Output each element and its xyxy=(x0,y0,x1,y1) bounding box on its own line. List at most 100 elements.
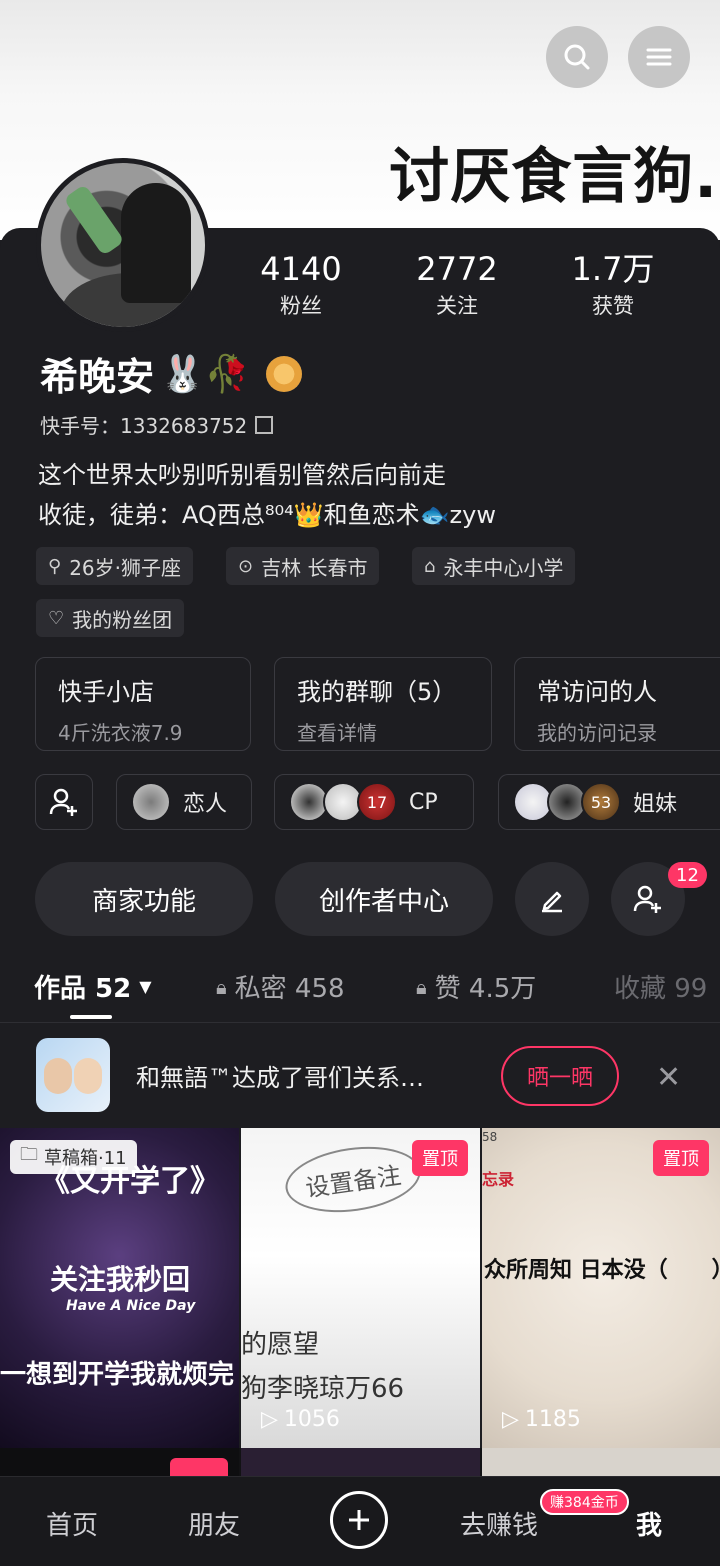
tab-label: 作品 52 xyxy=(34,974,132,1004)
video-text: 忘录 xyxy=(482,1170,515,1189)
video-text: 设置备注 xyxy=(281,1138,425,1221)
tab-favorites[interactable]: 收藏 99 xyxy=(614,968,707,1005)
profile-name-row: 希晚安 🐰🥀 xyxy=(40,346,302,401)
video-grid: 《又开学了》 关注我秒回 Have A Nice Day 一想到开学我就烦完 🗀… xyxy=(0,1128,720,1478)
create-button[interactable] xyxy=(330,1491,388,1549)
profile-bio: 这个世界太吵别听别看别管然后向前走 收徒，徒弟：AQ西总⁸⁰⁴👑和鱼恋术🐟zyw xyxy=(38,455,496,535)
box-title: 快手小店 xyxy=(58,678,154,706)
location-pin-icon: ⊙ xyxy=(238,555,254,577)
relation-lover[interactable]: 恋人 xyxy=(116,774,252,830)
stat-value: 2772 xyxy=(416,250,498,288)
video-text: Have A Nice Day xyxy=(66,1298,196,1314)
video-card[interactable]: 设置备注 的愿望 狗李晓琼万66 置顶 ▷ 1056 xyxy=(241,1128,480,1448)
stat-label: 粉丝 xyxy=(280,294,322,318)
stat-value: 4140 xyxy=(260,250,342,288)
relation-sisters[interactable]: 53 姐妹 xyxy=(498,774,720,830)
nav-me[interactable]: 我 xyxy=(636,1505,662,1542)
nav-earn[interactable]: 去赚钱 xyxy=(460,1505,538,1542)
box-subtitle: 4斤洗衣液7.9 xyxy=(58,721,183,745)
kuaishou-id[interactable]: 快手号：1332683752 xyxy=(40,410,274,439)
play-count-value: 1056 xyxy=(283,1407,340,1432)
add-user-icon xyxy=(49,788,77,816)
kuaishou-id-text: 快手号：1332683752 xyxy=(40,414,248,438)
tag-school[interactable]: ⌂ 永丰中心小学 xyxy=(412,547,576,585)
tab-label: 私密 458 xyxy=(234,974,345,1004)
name-emojis: 🐰🥀 xyxy=(160,353,250,395)
video-grid-row-2 xyxy=(0,1448,720,1478)
tag-label: 吉林 长春市 xyxy=(261,555,368,580)
edit-profile-button[interactable] xyxy=(515,862,589,936)
stat-likes[interactable]: 1.7万 获赞 xyxy=(558,250,668,320)
tab-works[interactable]: 作品 52 ▼ xyxy=(34,968,152,1005)
play-count: ▷ 1056 xyxy=(261,1407,340,1432)
avatar[interactable] xyxy=(36,158,210,332)
folder-icon: 🗀 xyxy=(20,1144,38,1165)
content-tabs: 作品 52 ▼ 🔒︎ 私密 458 🔒︎ 赞 4.5万 收藏 99 xyxy=(0,960,720,1020)
box-title: 常访问的人 xyxy=(537,678,657,706)
heart-icon: ♡ xyxy=(48,607,65,629)
age-icon: ⚲ xyxy=(48,555,62,577)
creator-center-button[interactable]: 创作者中心 xyxy=(275,862,493,936)
relation-label: CP xyxy=(409,789,438,815)
draft-box-badge[interactable]: 🗀 草稿箱·11 xyxy=(10,1140,137,1174)
stat-label: 关注 xyxy=(436,294,478,318)
tab-private[interactable]: 🔒︎ 私密 458 xyxy=(216,968,345,1005)
tag-location[interactable]: ⊙ 吉林 长春市 xyxy=(226,547,380,585)
lock-icon: 🔒︎ xyxy=(216,974,227,999)
video-card[interactable]: 《又开学了》 关注我秒回 Have A Nice Day 一想到开学我就烦完 🗀… xyxy=(0,1128,239,1448)
relation-label: 恋人 xyxy=(183,792,228,817)
video-text: 一想到开学我就烦完 xyxy=(0,1360,235,1390)
menu-icon xyxy=(646,48,672,66)
box-title: 我的群聊（5） xyxy=(297,678,457,706)
tab-liked[interactable]: 🔒︎ 赞 4.5万 xyxy=(416,968,536,1005)
relation-cp[interactable]: 17 CP xyxy=(274,774,474,830)
play-count-value: 1185 xyxy=(524,1407,581,1432)
pinned-badge xyxy=(170,1458,228,1478)
stat-label: 获赞 xyxy=(592,294,634,318)
group-chat-box[interactable]: 我的群聊（5） 查看详情 xyxy=(274,657,492,751)
shop-box[interactable]: 快手小店 4斤洗衣液7.9 xyxy=(35,657,251,751)
nav-home[interactable]: 首页 xyxy=(46,1505,98,1542)
tag-label: 26岁·狮子座 xyxy=(69,555,181,580)
stat-value: 1.7万 xyxy=(571,250,655,288)
visitors-box[interactable]: 常访问的人 我的访问记录 xyxy=(514,657,720,751)
tag-label: 我的粉丝团 xyxy=(72,607,173,632)
video-text: 58 xyxy=(482,1130,498,1144)
tab-label: 收藏 99 xyxy=(614,974,708,1004)
notice-text: 和無語™达成了哥们关系… xyxy=(136,1064,424,1092)
pinned-badge: 置顶 xyxy=(412,1140,468,1176)
bio-line: 收徒，徒弟：AQ西总⁸⁰⁴👑和鱼恋术🐟zyw xyxy=(38,501,496,529)
add-user-icon xyxy=(633,885,661,913)
menu-button[interactable] xyxy=(628,26,690,88)
nav-friends[interactable]: 朋友 xyxy=(188,1505,240,1542)
friendship-notice: 和無語™达成了哥们关系… 晒一晒 ✕ xyxy=(0,1030,720,1122)
video-text: 狗李晓琼万66 xyxy=(241,1374,405,1404)
merchant-button[interactable]: 商家功能 xyxy=(35,862,253,936)
coin-badge: 赚384金币 xyxy=(540,1489,629,1515)
stat-fans[interactable]: 4140 粉丝 xyxy=(246,250,356,320)
tab-label: 赞 4.5万 xyxy=(434,974,537,1004)
edit-pencil-icon xyxy=(542,891,562,913)
notification-badge: 12 xyxy=(668,862,707,888)
video-text: 的愿望 xyxy=(241,1330,320,1360)
tag-fan-group[interactable]: ♡ 我的粉丝团 xyxy=(36,599,185,637)
video-card[interactable] xyxy=(482,1448,720,1478)
bio-line: 这个世界太吵别听别看别管然后向前走 xyxy=(38,461,446,489)
qr-code-icon[interactable] xyxy=(255,415,274,434)
caret-down-icon: ▼ xyxy=(139,977,152,996)
search-icon xyxy=(564,44,590,70)
tag-label: 永丰中心小学 xyxy=(443,555,564,580)
play-icon: ▷ xyxy=(502,1407,519,1432)
level-medal-icon[interactable] xyxy=(265,355,302,392)
video-card[interactable]: 58 忘录 众所周知 日本没（ ） 置顶 ▷ 1185 xyxy=(482,1128,720,1448)
search-button[interactable] xyxy=(546,26,608,88)
notice-thumbnail xyxy=(36,1038,110,1112)
video-card[interactable] xyxy=(241,1448,480,1478)
share-button[interactable]: 晒一晒 xyxy=(501,1046,619,1106)
close-icon[interactable]: ✕ xyxy=(656,1060,681,1095)
play-count: ▷ 1185 xyxy=(502,1407,581,1432)
tag-age[interactable]: ⚲ 26岁·狮子座 xyxy=(36,547,193,585)
add-relation-button[interactable] xyxy=(35,774,93,830)
stat-following[interactable]: 2772 关注 xyxy=(402,250,512,320)
profile-name: 希晚安 xyxy=(40,355,155,399)
